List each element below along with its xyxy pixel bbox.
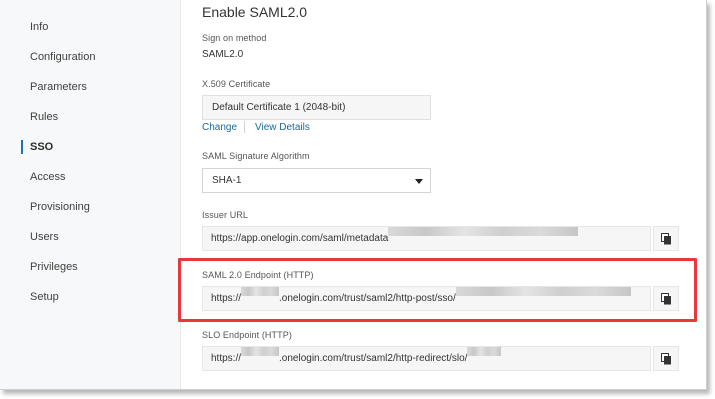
sidebar-item-sso[interactable]: SSO — [30, 140, 53, 154]
copy-slo-endpoint-button[interactable] — [653, 346, 679, 371]
app-window: Info Configuration Parameters Rules SSO … — [0, 0, 707, 390]
sign-on-method-label: Sign on method — [202, 33, 267, 43]
issuer-url-text: https://app.onelogin.com/saml/metadata — [211, 233, 389, 244]
sidebar-item-configuration[interactable]: Configuration — [30, 50, 95, 64]
sidebar-item-parameters[interactable]: Parameters — [30, 80, 87, 94]
sidebar-item-users[interactable]: Users — [30, 230, 59, 244]
copy-issuer-button[interactable] — [653, 226, 679, 251]
active-indicator — [21, 140, 23, 154]
page-title: Enable SAML2.0 — [202, 4, 308, 20]
signature-algorithm-select[interactable]: SHA-1 — [202, 168, 431, 193]
redacted-value — [241, 347, 280, 356]
sidebar-item-setup[interactable]: Setup — [30, 290, 59, 304]
change-certificate-link[interactable]: Change — [202, 121, 237, 134]
view-details-link[interactable]: View Details — [255, 121, 310, 134]
certificate-label: X.509 Certificate — [202, 79, 271, 89]
redacted-value — [388, 227, 579, 236]
saml-endpoint-highlight — [178, 258, 697, 322]
sidebar-item-rules[interactable]: Rules — [30, 110, 58, 124]
sidebar-item-info[interactable]: Info — [30, 20, 48, 34]
copy-icon — [661, 353, 671, 365]
link-divider — [244, 121, 245, 133]
issuer-url-label: Issuer URL — [202, 210, 249, 220]
certificate-field: Default Certificate 1 (2048-bit) — [202, 95, 431, 120]
signature-algorithm-label: SAML Signature Algorithm — [202, 151, 310, 161]
slo-endpoint-label: SLO Endpoint (HTTP) — [202, 330, 292, 340]
issuer-url-field[interactable]: https://app.onelogin.com/saml/metadata — [202, 226, 651, 251]
slo-endpoint-prefix: https:// — [211, 353, 242, 364]
slo-endpoint-path: .onelogin.com/trust/saml2/http-redirect/… — [279, 353, 468, 364]
copy-icon — [661, 233, 671, 245]
sidebar-item-provisioning[interactable]: Provisioning — [30, 200, 90, 214]
sidebar: Info Configuration Parameters Rules SSO … — [0, 0, 180, 389]
sidebar-item-privileges[interactable]: Privileges — [30, 260, 78, 274]
slo-endpoint-field[interactable]: https:// .onelogin.com/trust/saml2/http-r… — [202, 346, 651, 371]
sign-on-method-value: SAML2.0 — [202, 49, 244, 60]
sidebar-item-access[interactable]: Access — [30, 170, 65, 184]
redacted-value — [467, 347, 502, 356]
signature-algorithm-value: SHA-1 — [212, 175, 242, 186]
chevron-down-icon — [415, 179, 423, 184]
